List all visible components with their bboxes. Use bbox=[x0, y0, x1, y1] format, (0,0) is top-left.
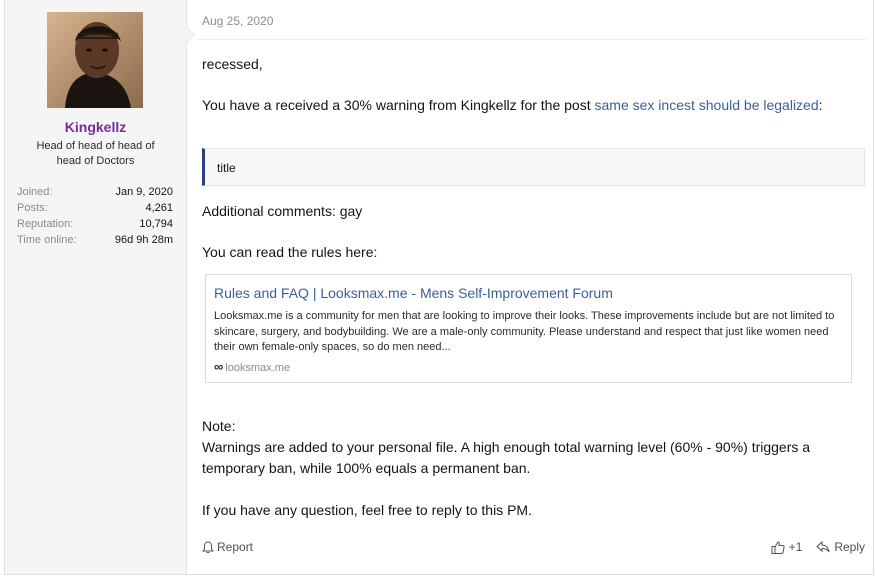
warned-post-link[interactable]: same sex incest should be legalized bbox=[595, 97, 819, 113]
quote-text: title bbox=[217, 161, 236, 175]
closing-text: If you have any question, feel free to r… bbox=[202, 502, 532, 518]
right-actions: +1 Reply bbox=[771, 540, 865, 554]
stat-value: 10,794 bbox=[139, 218, 173, 230]
note-line-1: Warnings are added to your personal file… bbox=[202, 439, 811, 455]
stat-label: Reputation: bbox=[17, 218, 74, 230]
post-actions: Report +1 Reply bbox=[202, 540, 865, 556]
divider bbox=[198, 39, 866, 40]
stat-time-online: Time online: 96d 9h 28m bbox=[17, 232, 173, 248]
reply-label: Reply bbox=[834, 540, 865, 554]
greeting: recessed, bbox=[202, 56, 263, 72]
bell-icon bbox=[202, 540, 214, 553]
like-button[interactable]: +1 bbox=[771, 540, 803, 554]
stat-label: Posts: bbox=[17, 202, 48, 214]
post-date[interactable]: Aug 25, 2020 bbox=[202, 14, 273, 28]
link-preview-description: Looksmax.me is a community for men that … bbox=[214, 310, 835, 353]
stat-value: Jan 9, 2020 bbox=[115, 186, 174, 198]
report-label: Report bbox=[217, 540, 254, 554]
additional-comments: Additional comments: gay bbox=[202, 203, 363, 219]
thumbs-up-icon bbox=[771, 540, 785, 554]
username[interactable]: Kingkellz bbox=[5, 119, 186, 135]
link-preview-domain[interactable]: looksmax.me bbox=[225, 362, 290, 374]
user-stats: Joined: Jan 9, 2020 Posts: 4,261 Reputat… bbox=[17, 184, 173, 248]
warning-suffix: : bbox=[818, 97, 823, 113]
warning-line: You have a received a 30% warning from K… bbox=[202, 97, 823, 113]
stat-joined: Joined: Jan 9, 2020 bbox=[17, 184, 173, 200]
link-icon: ∞ bbox=[214, 359, 224, 374]
reply-icon bbox=[816, 541, 830, 553]
user-sidebar: Kingkellz Head of head of head of head o… bbox=[5, 0, 187, 574]
stat-label: Joined: bbox=[17, 186, 53, 198]
message-body: Aug 25, 2020 recessed, You have a receiv… bbox=[198, 0, 866, 574]
report-button[interactable]: Report bbox=[202, 540, 253, 554]
avatar-image bbox=[47, 12, 143, 108]
link-preview-domain-row: ∞ looksmax.me bbox=[214, 359, 290, 374]
like-count: +1 bbox=[788, 540, 803, 554]
warning-prefix: You have a received a 30% warning from K… bbox=[202, 97, 595, 113]
avatar[interactable] bbox=[47, 12, 143, 108]
note-line-2: temporary ban, while 100% equals a perma… bbox=[202, 460, 531, 476]
stat-value: 96d 9h 28m bbox=[114, 234, 173, 246]
reply-button[interactable]: Reply bbox=[816, 540, 865, 554]
stat-label: Time online: bbox=[17, 234, 77, 246]
user-title: Head of head of head of head of Doctors bbox=[36, 140, 155, 167]
note-label: Note: bbox=[202, 418, 236, 434]
link-preview-card[interactable]: Rules and FAQ | Looksmax.me - Mens Self-… bbox=[205, 274, 852, 383]
rules-intro: You can read the rules here: bbox=[202, 244, 378, 260]
message-container: Kingkellz Head of head of head of head o… bbox=[4, 0, 874, 575]
stat-reputation: Reputation: 10,794 bbox=[17, 216, 173, 232]
stat-value[interactable]: 4,261 bbox=[145, 200, 173, 216]
sidebar-pointer-fill bbox=[186, 27, 194, 43]
stat-posts: Posts: 4,261 bbox=[17, 200, 173, 216]
link-preview-title[interactable]: Rules and FAQ | Looksmax.me - Mens Self-… bbox=[214, 285, 613, 301]
quote-block: title bbox=[202, 148, 865, 186]
